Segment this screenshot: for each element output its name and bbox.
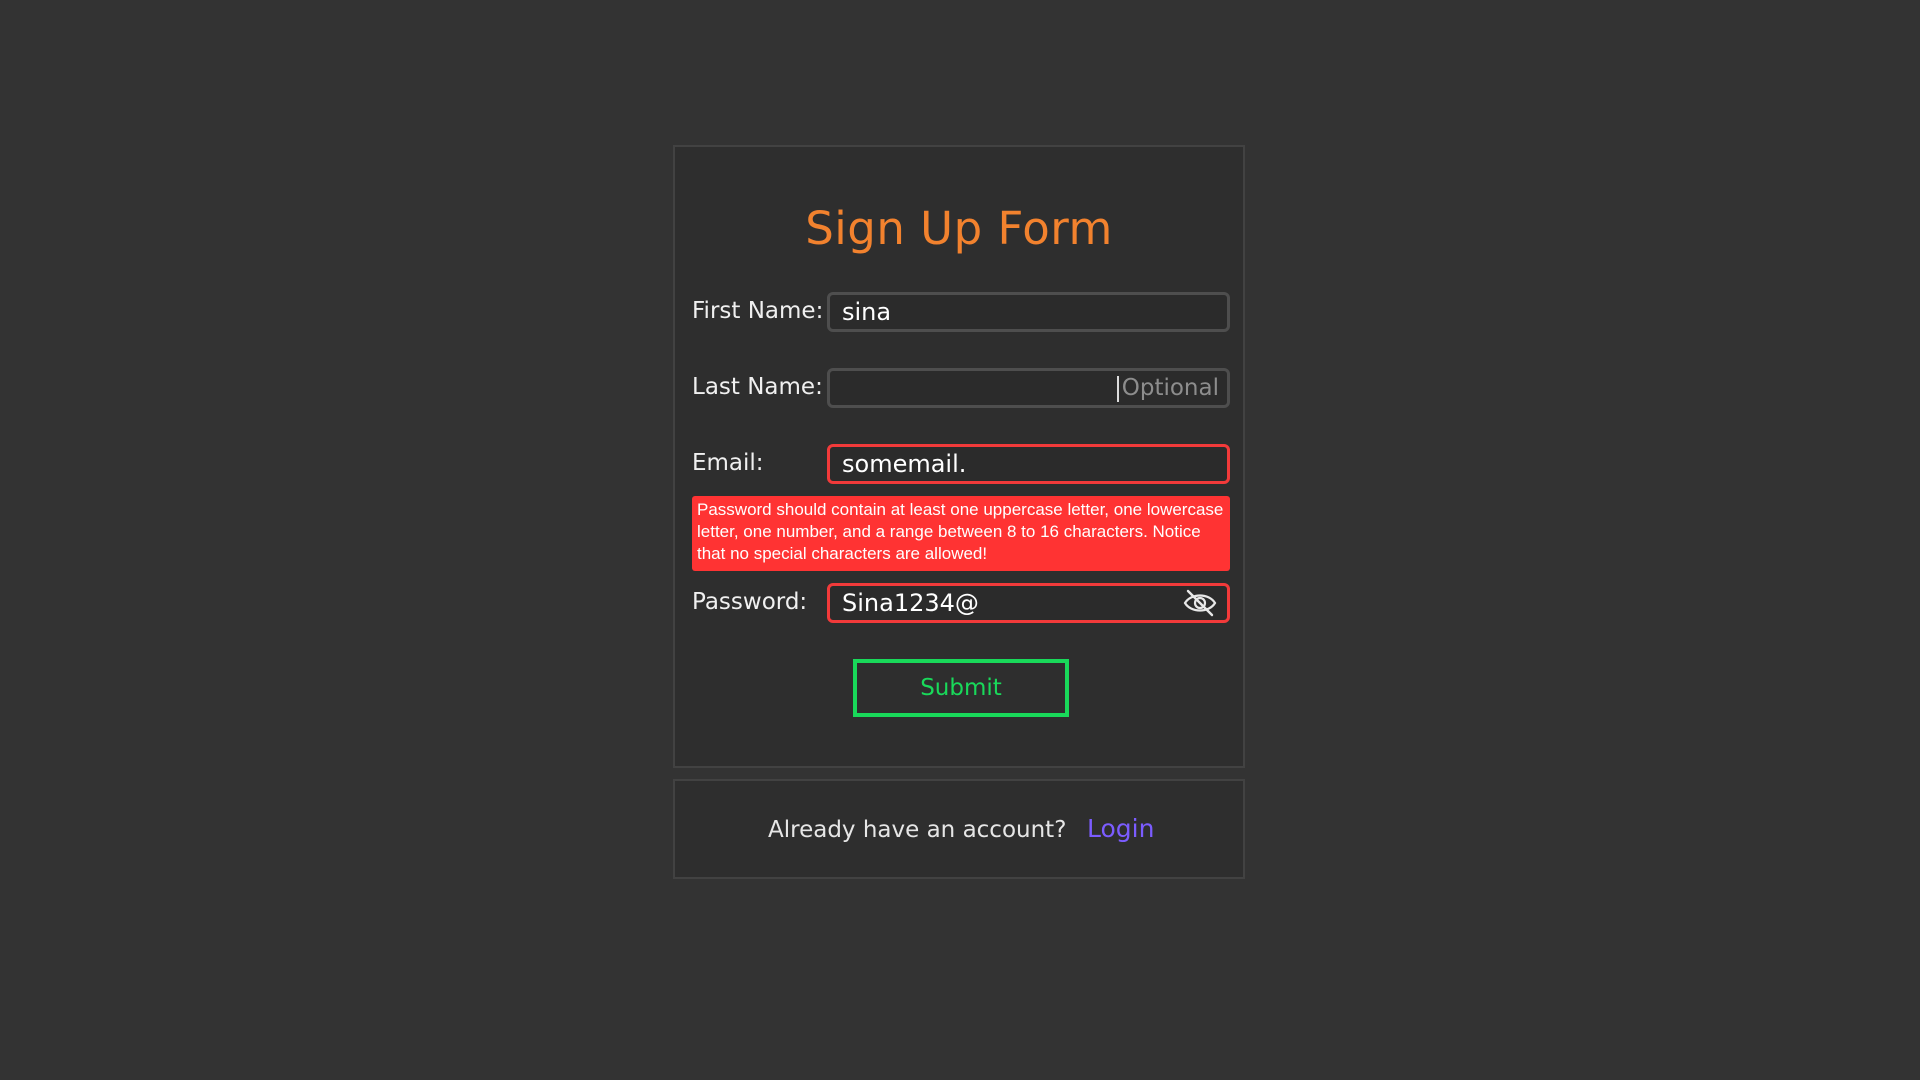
first-name-label: First Name: bbox=[692, 298, 824, 324]
eye-slash-icon[interactable] bbox=[1183, 589, 1217, 617]
last-name-input[interactable]: Optional bbox=[827, 368, 1230, 408]
first-name-input[interactable]: sina bbox=[827, 292, 1230, 332]
password-input[interactable]: Sina1234@ bbox=[827, 583, 1230, 623]
email-value: somemail. bbox=[842, 450, 967, 478]
login-link[interactable]: Login bbox=[1087, 814, 1154, 844]
submit-button[interactable]: Submit bbox=[853, 659, 1069, 717]
first-name-value: sina bbox=[842, 298, 892, 326]
password-label: Password: bbox=[692, 589, 808, 615]
login-prompt-text: Already have an account? bbox=[768, 817, 1067, 843]
text-caret bbox=[1117, 376, 1119, 402]
last-name-label: Last Name: bbox=[692, 374, 823, 400]
email-input[interactable]: somemail. bbox=[827, 444, 1230, 484]
password-error-message: Password should contain at least one upp… bbox=[692, 496, 1230, 571]
signup-form: Sign Up Form First Name: sina Last Name:… bbox=[673, 145, 1245, 768]
login-prompt-card: Already have an account? Login bbox=[673, 779, 1245, 879]
email-label: Email: bbox=[692, 450, 764, 476]
last-name-placeholder: Optional bbox=[1121, 375, 1219, 401]
form-title: Sign Up Form bbox=[805, 202, 1113, 255]
password-value: Sina1234@ bbox=[842, 589, 979, 617]
